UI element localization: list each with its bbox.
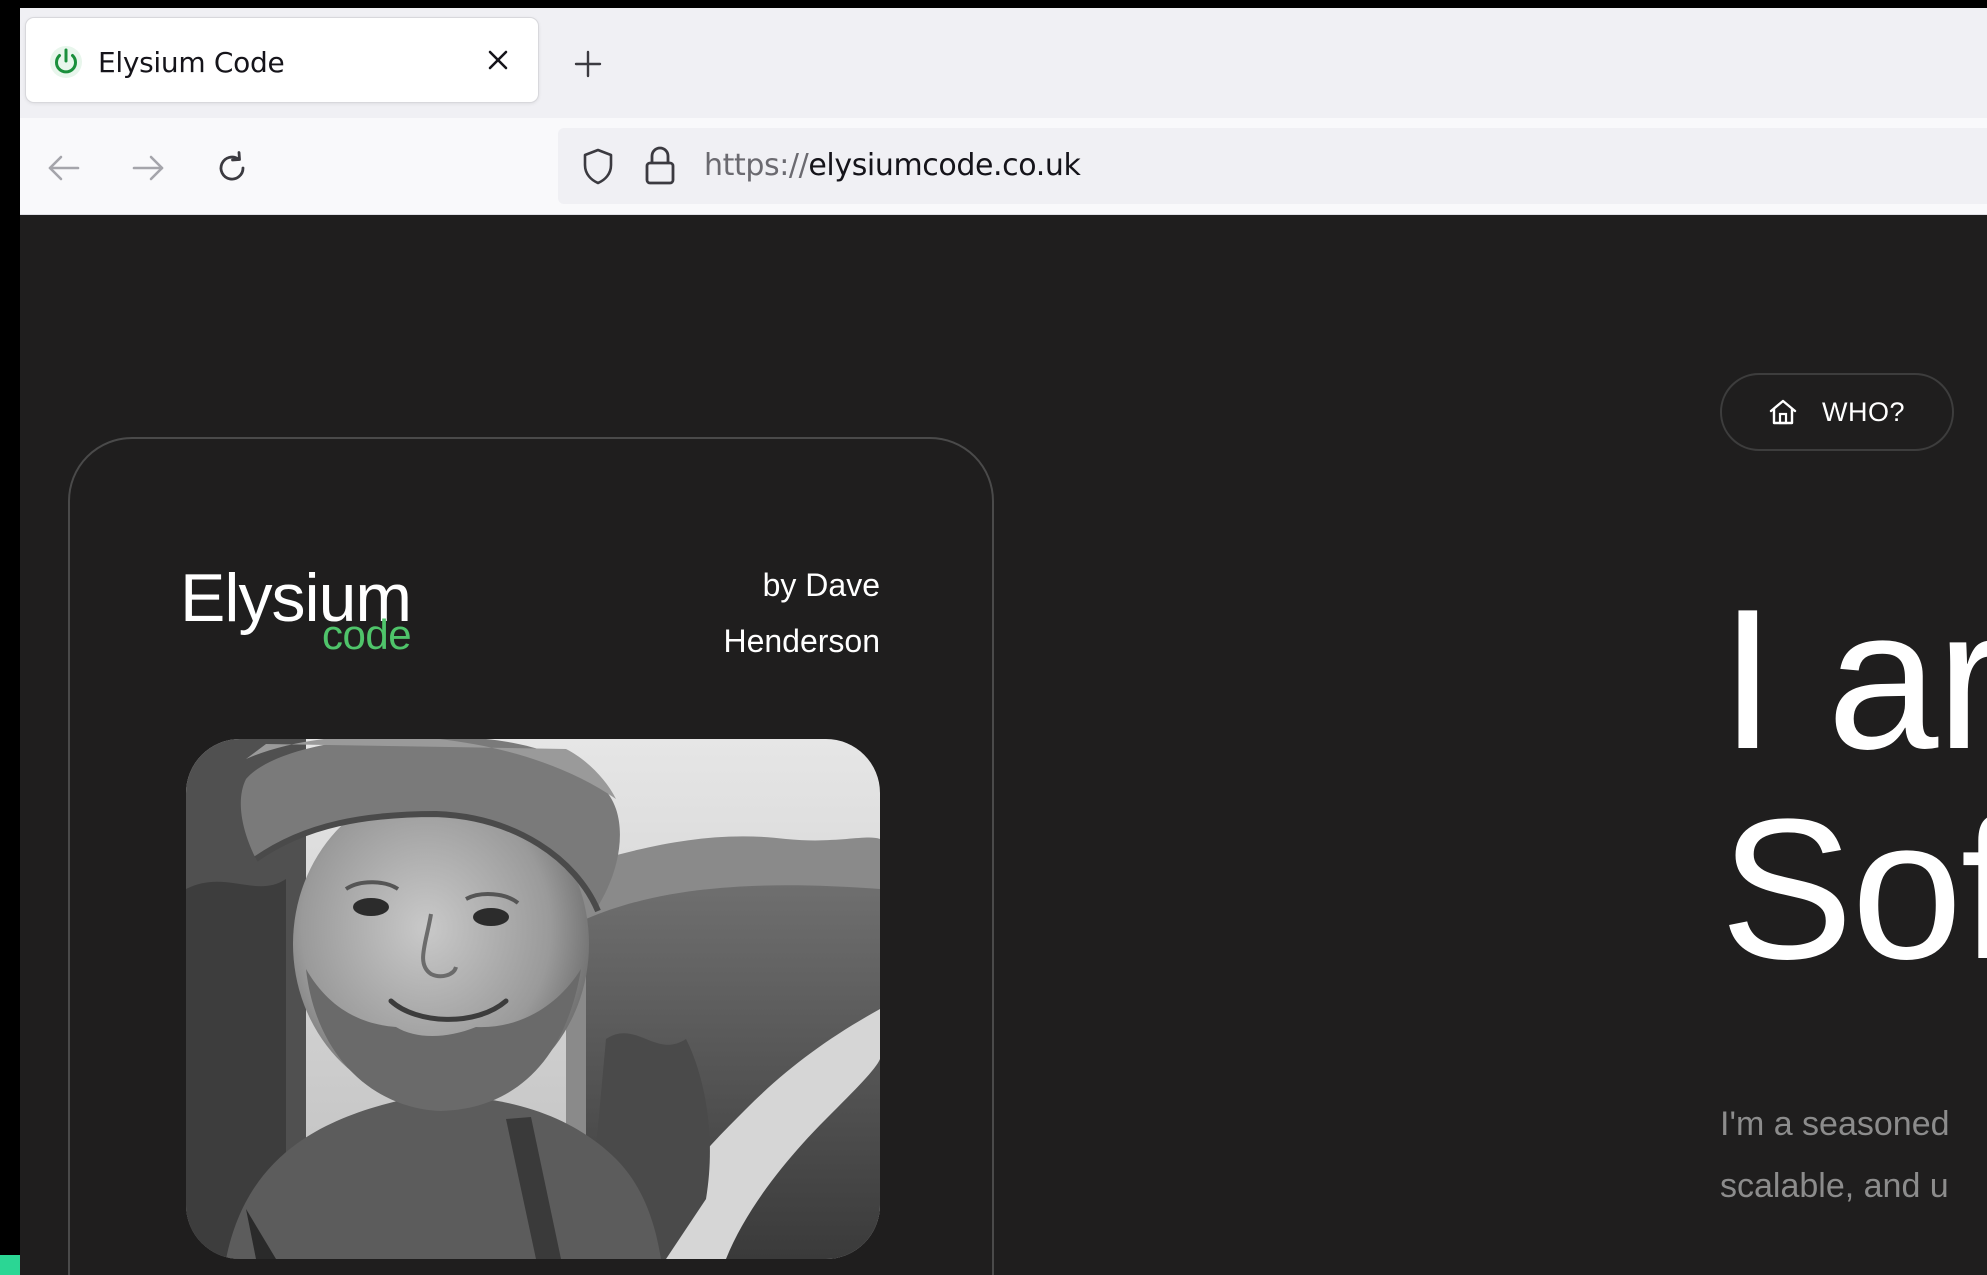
close-icon[interactable]: [480, 42, 516, 78]
url-text[interactable]: https://elysiumcode.co.uk: [704, 148, 1081, 183]
arrow-right-icon[interactable]: [126, 146, 170, 190]
hero-headline-line-1: I ar: [1720, 568, 1987, 791]
logo-subword: code: [322, 611, 412, 658]
url-bar[interactable]: https://elysiumcode.co.uk: [558, 128, 1987, 204]
navigation-bar: https://elysiumcode.co.uk: [20, 118, 1987, 215]
tab-title: Elysium Code: [98, 46, 285, 79]
tab-bar: Elysium Code: [20, 8, 1987, 118]
url-scheme: https://: [704, 148, 809, 183]
hero-intro-text: I'm a seasoned scalable, and u: [1720, 1093, 1950, 1217]
site-logo[interactable]: Elysium code: [180, 559, 440, 669]
author-byline: by Dave Henderson: [620, 557, 880, 669]
power-icon: [48, 44, 84, 80]
page-content: WHO? Elysium code by Dave Henderson I ar…: [20, 215, 1987, 1275]
lock-icon[interactable]: [642, 144, 678, 188]
profile-photo: [186, 739, 880, 1259]
shield-icon[interactable]: [578, 146, 618, 186]
home-icon: [1768, 397, 1798, 427]
url-host: elysiumcode.co.uk: [808, 148, 1081, 183]
taskbar-accent: [0, 1255, 20, 1275]
hero-headline-line-2: Sof: [1720, 778, 1987, 1001]
tab-elysium-code[interactable]: Elysium Code: [26, 18, 538, 102]
hero-headline: I ar Sof: [1720, 575, 1987, 995]
byline-line-2: Henderson: [723, 623, 880, 659]
intro-line-2: scalable, and u: [1720, 1167, 1949, 1205]
browser-window: Elysium Code https://elysiumcode.co.uk W…: [20, 8, 1987, 1275]
byline-line-1: by Dave: [762, 567, 880, 603]
nav-who-label: WHO?: [1822, 396, 1905, 427]
reload-icon[interactable]: [210, 146, 254, 190]
arrow-left-icon[interactable]: [42, 146, 86, 190]
profile-card: Elysium code by Dave Henderson: [68, 437, 994, 1275]
plus-icon[interactable]: [568, 44, 608, 84]
nav-who-button[interactable]: WHO?: [1720, 373, 1954, 451]
intro-line-1: I'm a seasoned: [1720, 1105, 1950, 1143]
